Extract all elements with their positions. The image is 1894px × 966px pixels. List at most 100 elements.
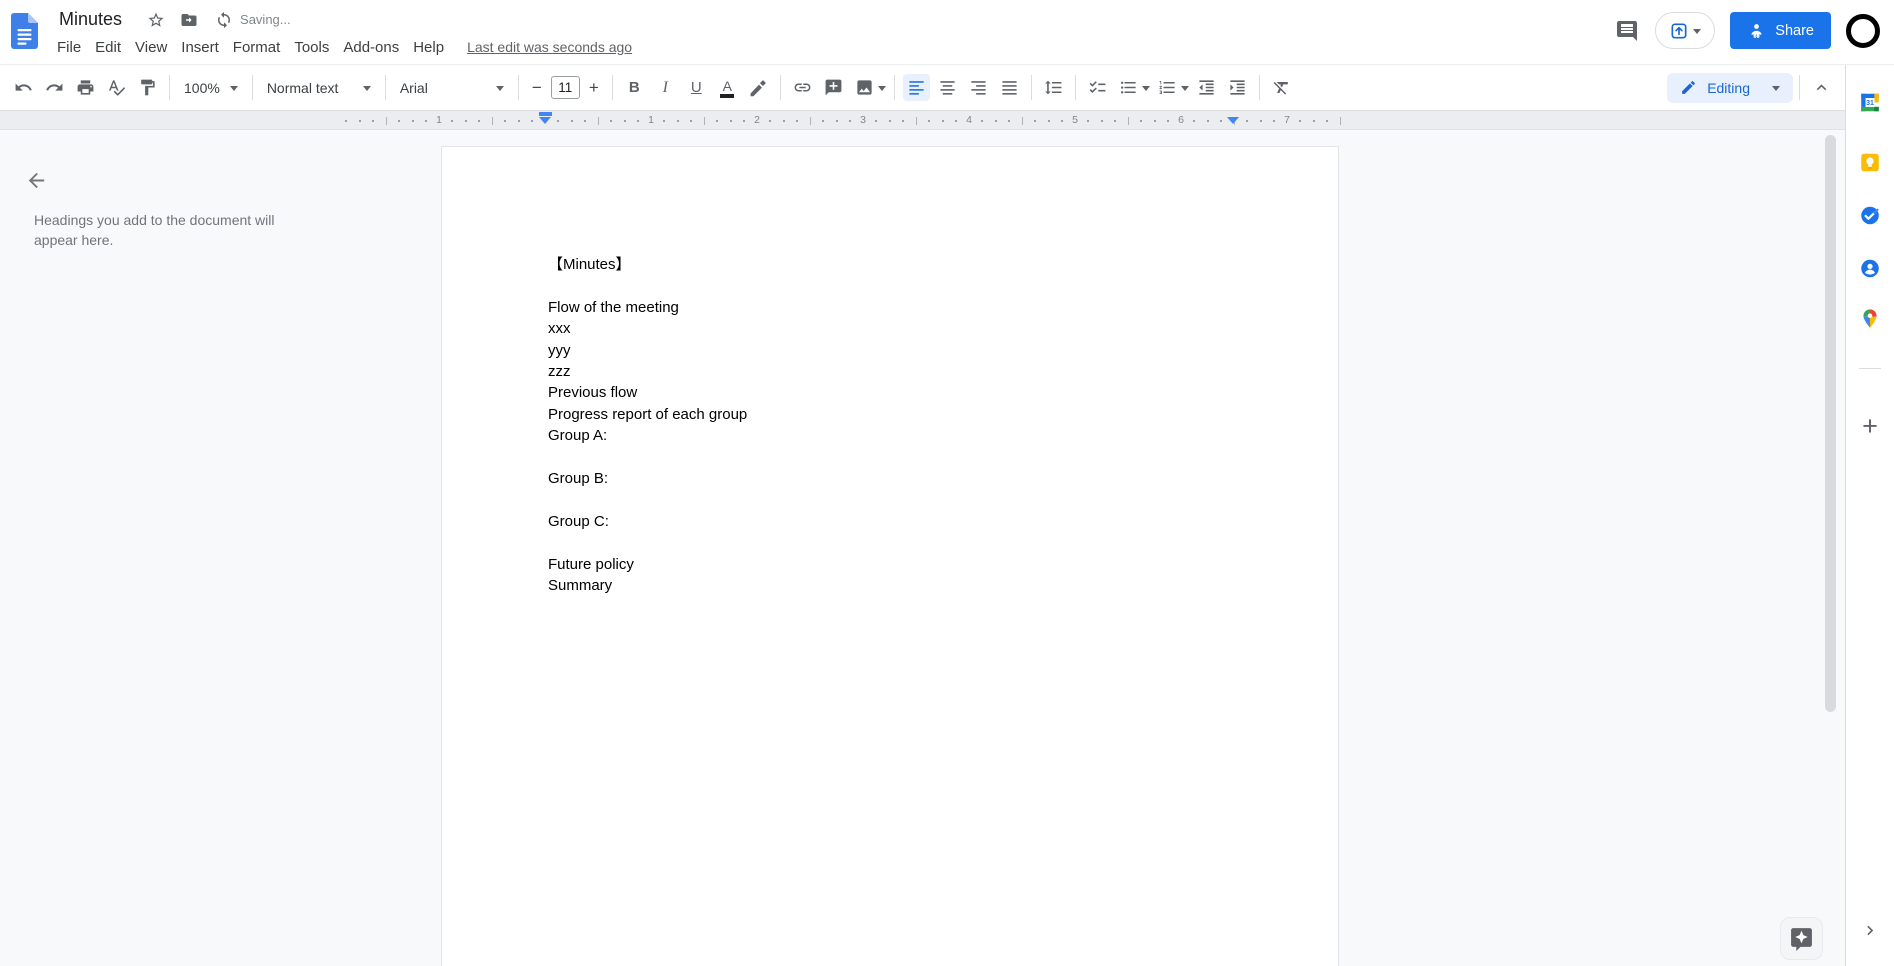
menu-addons[interactable]: Add-ons (336, 36, 406, 59)
doc-line[interactable]: Flow of the meeting (548, 297, 1248, 318)
numbered-list-button[interactable] (1154, 74, 1181, 101)
outline-placeholder: Headings you add to the document will ap… (34, 212, 275, 248)
divider (611, 75, 613, 100)
mode-select[interactable]: Editing (1667, 72, 1793, 103)
align-center-button[interactable] (934, 74, 961, 101)
clear-formatting-button[interactable] (1268, 74, 1295, 101)
doc-line[interactable]: zzz (548, 361, 1248, 382)
document-text[interactable]: 【Minutes】 Flow of the meeting xxx yyy zzz Pr… (442, 147, 1338, 597)
doc-line[interactable]: Summary (548, 575, 1248, 596)
menu-file[interactable]: File (50, 36, 88, 59)
move-folder-icon[interactable] (179, 10, 199, 30)
divider (384, 75, 386, 100)
increase-font-size-button[interactable]: + (582, 74, 606, 101)
paragraph-style-select[interactable]: Normal text (259, 74, 379, 101)
insert-link-button[interactable] (789, 74, 816, 101)
left-indent-marker[interactable] (538, 112, 552, 124)
share-label: Share (1775, 22, 1814, 39)
doc-line[interactable]: Progress report of each group (548, 404, 1248, 425)
numbered-list-caret-icon[interactable] (1180, 85, 1189, 95)
doc-line[interactable] (548, 532, 1248, 553)
share-lock-person-icon (1751, 24, 1762, 38)
highlight-color-button[interactable] (745, 74, 772, 101)
star-icon[interactable] (146, 10, 166, 30)
account-avatar[interactable] (1846, 13, 1880, 48)
editor-canvas: Headings you add to the document will ap… (0, 130, 1845, 966)
doc-line[interactable] (548, 489, 1248, 510)
divider (169, 75, 170, 100)
google-docs-logo[interactable] (11, 13, 38, 49)
chevron-right-icon (1867, 925, 1874, 936)
share-button[interactable]: Share (1730, 12, 1831, 49)
underline-button[interactable]: U (683, 74, 710, 101)
chevron-down-icon (495, 85, 504, 95)
last-edit-link[interactable]: Last edit was seconds ago (467, 39, 632, 55)
doc-line[interactable]: Previous flow (548, 382, 1248, 403)
justify-button[interactable] (996, 74, 1023, 101)
chevron-down-icon (1772, 85, 1780, 95)
divider (517, 75, 519, 100)
menu-help[interactable]: Help (406, 36, 451, 59)
align-right-button[interactable] (965, 74, 992, 101)
divider (1030, 75, 1032, 100)
font-size-input[interactable]: 11 (550, 76, 580, 99)
divider (1074, 75, 1076, 100)
doc-line[interactable]: 【Minutes】 (548, 254, 1248, 275)
hide-menus-button[interactable] (1808, 74, 1835, 101)
decrease-font-size-button[interactable]: − (525, 74, 549, 101)
doc-line[interactable] (548, 447, 1248, 468)
paint-format-button[interactable] (134, 74, 161, 101)
document-title[interactable]: Minutes (57, 9, 124, 30)
google-tasks-icon[interactable] (1860, 205, 1881, 226)
menu-edit[interactable]: Edit (88, 36, 128, 59)
get-add-ons-button[interactable]: + (1862, 413, 1878, 440)
doc-line[interactable] (548, 275, 1248, 296)
font-family-select[interactable]: Arial (392, 74, 512, 101)
doc-line[interactable]: Group A: (548, 425, 1248, 446)
italic-button[interactable]: I (652, 74, 679, 101)
doc-line[interactable]: Future policy (548, 554, 1248, 575)
menu-tools[interactable]: Tools (287, 36, 336, 59)
print-button[interactable] (72, 74, 99, 101)
zoom-select[interactable]: 100% (176, 74, 246, 101)
undo-button[interactable] (10, 74, 37, 101)
google-contacts-icon[interactable] (1860, 258, 1881, 279)
bulleted-list-caret-icon[interactable] (1141, 85, 1150, 95)
sync-icon (214, 10, 234, 30)
checklist-button[interactable] (1084, 74, 1111, 101)
spell-check-button[interactable] (103, 74, 130, 101)
decrease-indent-button[interactable] (1193, 74, 1220, 101)
ruler: 11234567 (0, 110, 1845, 130)
increase-indent-button[interactable] (1224, 74, 1251, 101)
text-color-button[interactable]: A (714, 74, 741, 101)
insert-image-button[interactable] (851, 74, 878, 101)
bold-button[interactable]: B (621, 74, 648, 101)
text-color-swatch (720, 94, 735, 98)
close-outline-button[interactable] (22, 166, 50, 194)
align-left-button[interactable] (902, 74, 930, 101)
redo-button[interactable] (41, 74, 68, 101)
document-page[interactable]: 【Minutes】 Flow of the meeting xxx yyy zzz Pr… (441, 146, 1339, 966)
menu-format[interactable]: Format (226, 36, 288, 59)
google-keep-icon[interactable] (1860, 152, 1881, 173)
right-indent-marker[interactable] (1226, 117, 1239, 124)
upload-button[interactable] (1655, 12, 1716, 49)
menu-view[interactable]: View (128, 36, 174, 59)
doc-line[interactable]: Group C: (548, 511, 1248, 532)
show-side-panel-button[interactable] (1861, 921, 1880, 945)
vertical-scrollbar[interactable] (1825, 135, 1836, 712)
explore-button[interactable] (1780, 917, 1823, 960)
doc-line[interactable]: xxx (548, 318, 1248, 339)
google-maps-icon[interactable] (1860, 308, 1881, 329)
google-calendar-icon[interactable]: 31 (1860, 92, 1881, 113)
comment-history-icon[interactable] (1614, 18, 1640, 44)
divider (779, 75, 781, 100)
menu-insert[interactable]: Insert (174, 36, 226, 59)
arrow-back-icon (28, 172, 44, 188)
doc-line[interactable]: Group B: (548, 468, 1248, 489)
doc-line[interactable]: yyy (548, 340, 1248, 361)
image-options-caret-icon[interactable] (877, 85, 886, 95)
line-spacing-button[interactable] (1040, 74, 1067, 101)
add-comment-button[interactable] (820, 74, 847, 101)
bulleted-list-button[interactable] (1115, 74, 1142, 101)
